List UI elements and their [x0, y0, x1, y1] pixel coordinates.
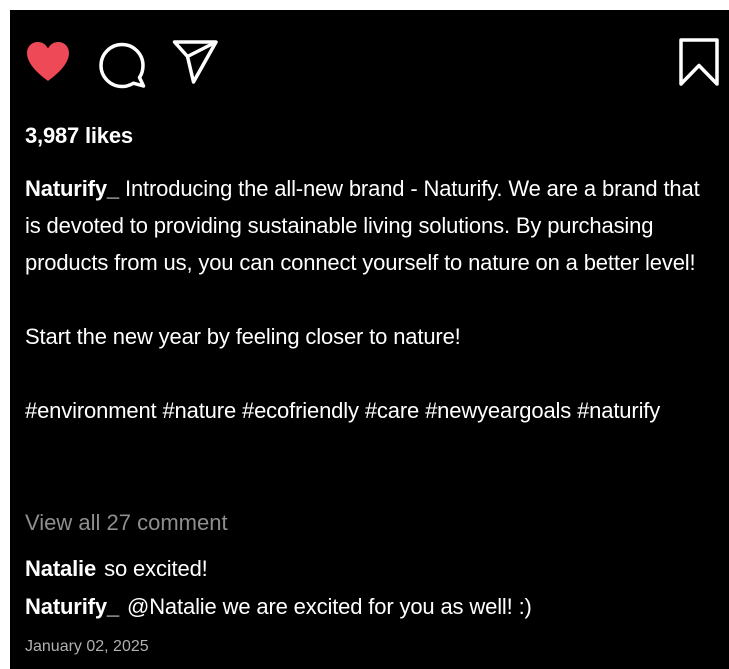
caption-paragraph-2: Start the new year by feeling closer to … — [25, 324, 461, 349]
comment-text: so excited! — [104, 556, 208, 581]
comment-item: Natalie so excited! — [25, 556, 208, 582]
hashtag-naturify[interactable]: #naturify — [577, 398, 660, 423]
caption-hashtags: #environment #nature #ecofriendly #care … — [25, 392, 719, 429]
post-caption: Naturify_ Introducing the all-new brand … — [25, 170, 719, 429]
comment-item: Naturify_ @Natalie we are excited for you… — [25, 594, 532, 620]
bookmark-icon[interactable] — [678, 38, 720, 86]
likes-count[interactable]: 3,987 likes — [25, 123, 133, 149]
caption-text: Introducing the all-new brand - Naturify… — [25, 176, 700, 275]
heart-icon[interactable] — [25, 40, 71, 82]
post-action-bar — [10, 10, 729, 110]
hashtag-environment[interactable]: #environment — [25, 398, 157, 423]
hashtag-ecofriendly[interactable]: #ecofriendly — [242, 398, 359, 423]
paper-plane-icon[interactable] — [172, 39, 218, 85]
comment-username[interactable]: Naturify_ — [25, 594, 119, 619]
instagram-post: 3,987 likes Naturify_ Introducing the al… — [10, 10, 729, 669]
post-date: January 02, 2025 — [25, 638, 149, 655]
comment-bubble-icon[interactable] — [98, 41, 146, 89]
hashtag-nature[interactable]: #nature — [162, 398, 236, 423]
caption-paragraph-1: Naturify_ Introducing the all-new brand … — [25, 170, 719, 281]
hashtag-newyeargoals[interactable]: #newyeargoals — [425, 398, 571, 423]
hashtag-care[interactable]: #care — [365, 398, 419, 423]
comment-text: @Natalie we are excited for you as well!… — [127, 594, 532, 619]
view-all-comments-link[interactable]: View all 27 comment — [25, 510, 228, 536]
comment-username[interactable]: Natalie — [25, 556, 96, 581]
caption-username[interactable]: Naturify_ — [25, 176, 119, 201]
